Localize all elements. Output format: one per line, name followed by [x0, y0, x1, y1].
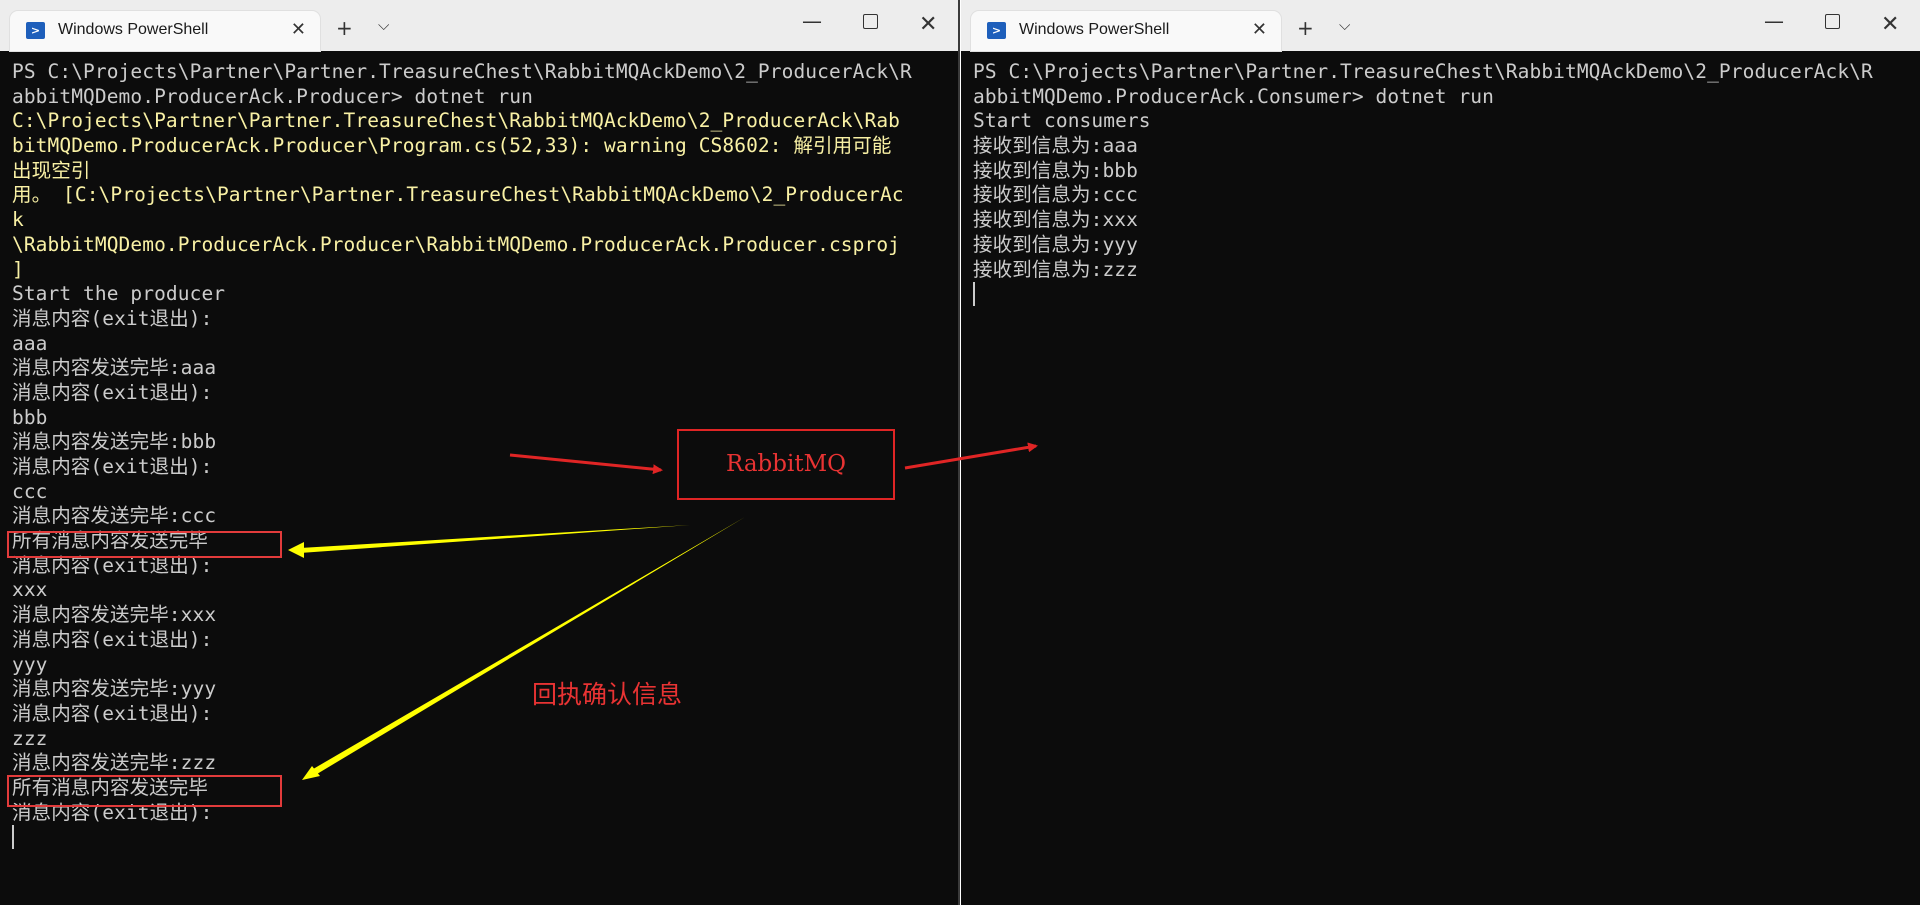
- arrow-producer-to-rabbitmq: [509, 453, 663, 475]
- arrow-ack-1-head: [288, 542, 304, 558]
- arrow-ack-1: [300, 525, 690, 553]
- annotation-arrows: [288, 442, 1038, 780]
- arrow-rabbitmq-to-consumer: [904, 442, 1038, 470]
- arrow-ack-2: [308, 517, 745, 777]
